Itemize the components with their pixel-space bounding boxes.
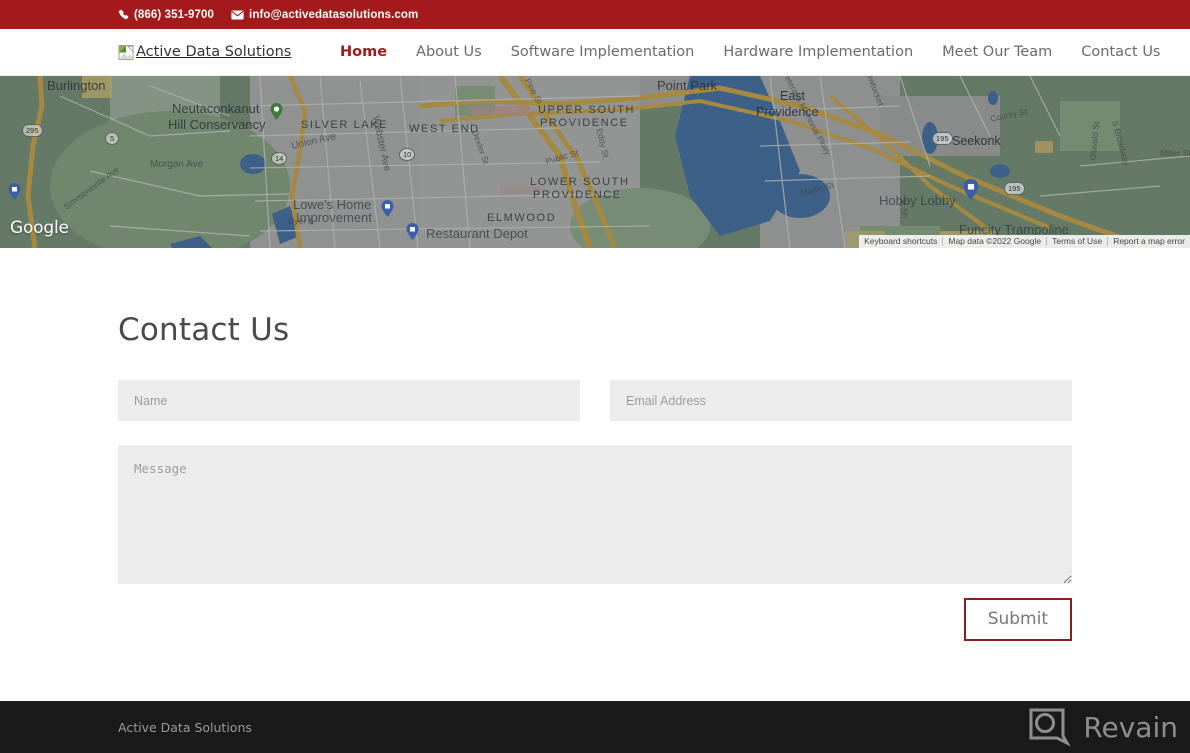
- form-row-message: [118, 445, 1072, 584]
- broken-image-icon: [118, 44, 135, 61]
- submit-row: Submit: [118, 598, 1072, 641]
- envelope-icon: [231, 10, 244, 20]
- email-link[interactable]: info@activedatasolutions.com: [231, 9, 418, 21]
- keyboard-shortcuts-link[interactable]: Keyboard shortcuts: [859, 235, 942, 248]
- nav-item-contact-us[interactable]: Contact Us: [1081, 44, 1160, 60]
- route-shield-295: 295: [22, 124, 43, 137]
- phone-link[interactable]: (866) 351-9700: [118, 9, 214, 21]
- message-textarea[interactable]: [118, 445, 1072, 584]
- revain-watermark-text: Revain: [1083, 710, 1178, 744]
- footer-company-name: Active Data Solutions: [118, 719, 252, 735]
- site-header: Active Data Solutions Home About Us Soft…: [0, 29, 1190, 76]
- nav-item-about-us[interactable]: About Us: [416, 44, 482, 60]
- site-logo[interactable]: Active Data Solutions: [118, 44, 340, 61]
- nav-item-hardware-implementation[interactable]: Hardware Implementation: [723, 44, 913, 60]
- phone-number: (866) 351-9700: [134, 8, 215, 21]
- nav-item-meet-our-team[interactable]: Meet Our Team: [942, 44, 1052, 60]
- map-pin-store-left[interactable]: [8, 183, 21, 200]
- phone-icon: [118, 9, 129, 20]
- main-navigation: Home About Us Software Implementation Ha…: [340, 44, 1161, 60]
- email-input[interactable]: [610, 380, 1072, 421]
- map-tiles: [0, 76, 1190, 248]
- submit-button[interactable]: Submit: [963, 598, 1072, 641]
- google-map[interactable]: Burlington Neutaconkanut Hill Conservanc…: [0, 76, 1190, 248]
- route-shield-195-west: 195: [932, 132, 953, 145]
- map-pin-hobby-lobby[interactable]: [963, 179, 979, 200]
- google-logo: Google: [10, 218, 69, 238]
- nav-item-home[interactable]: Home: [340, 44, 387, 60]
- terms-of-use-link[interactable]: Terms of Use: [1047, 235, 1107, 248]
- revain-watermark: Revain: [1027, 701, 1178, 753]
- site-footer: Active Data Solutions Revain: [0, 701, 1190, 753]
- report-map-error-link[interactable]: Report a map error: [1108, 235, 1190, 248]
- route-shield-195-east: 195: [1004, 182, 1025, 195]
- nav-item-software-implementation[interactable]: Software Implementation: [511, 44, 695, 60]
- top-contact-bar: (866) 351-9700 info@activedatasolutions.…: [0, 0, 1190, 29]
- page-title: Contact Us: [118, 312, 290, 348]
- map-pin-restaurant-depot[interactable]: [406, 223, 419, 240]
- map-pin-lowes[interactable]: [381, 200, 394, 217]
- logo-alt-text: Active Data Solutions: [136, 44, 292, 60]
- map-data-credit: Map data ©2022 Google: [948, 236, 1042, 246]
- map-attribution-bar: Keyboard shortcuts Map data ©2022 Google…: [859, 235, 1190, 248]
- contact-section: Contact Us Submit: [0, 248, 1190, 701]
- form-row-name-email: [118, 380, 1072, 421]
- map-pin-park[interactable]: [270, 103, 283, 120]
- revain-logo-icon: [1029, 708, 1072, 747]
- email-address: info@activedatasolutions.com: [249, 8, 419, 21]
- name-input[interactable]: [118, 380, 580, 421]
